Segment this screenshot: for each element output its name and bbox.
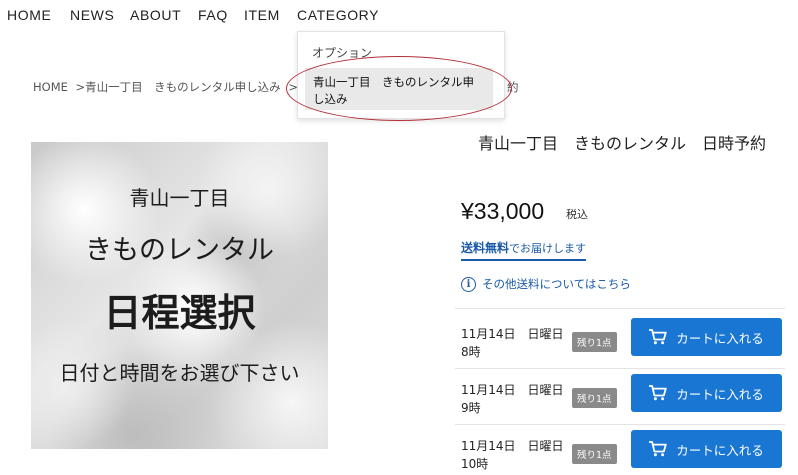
- tax-label: 税込: [566, 208, 588, 221]
- shipping-info-link[interactable]: i その他送料についてはこちら: [461, 276, 631, 292]
- product-image: 青山一丁目 きものレンタル 日程選択 日付と時間をお選び下さい: [31, 142, 328, 449]
- nav-about[interactable]: ABOUT: [130, 7, 181, 23]
- slot-date: 11月14日 日曜日 8時: [461, 325, 576, 361]
- slot-time-text: 8時: [461, 345, 481, 359]
- breadcrumb: HOME >青山一丁目 きものレンタル申し込み >: [33, 79, 302, 95]
- slot-time-text: 10時: [461, 457, 489, 471]
- divider: [455, 368, 785, 369]
- add-to-cart-button[interactable]: カートに入れる: [631, 318, 782, 356]
- nav-item[interactable]: ITEM: [244, 7, 280, 23]
- stock-badge: 残り1点: [572, 388, 617, 408]
- divider: [455, 424, 785, 425]
- slot-date-text: 11月14日 日曜日: [461, 439, 564, 453]
- slot-date: 11月14日 日曜日 10時: [461, 437, 576, 473]
- slot-date-text: 11月14日 日曜日: [461, 327, 564, 341]
- info-icon: i: [461, 276, 476, 292]
- product-price: ¥33,000: [461, 198, 545, 224]
- stock-badge: 残り1点: [572, 332, 617, 352]
- breadcrumb-category[interactable]: >青山一丁目 きものレンタル申し込み: [76, 80, 281, 94]
- image-text-service: きものレンタル: [85, 235, 274, 266]
- image-text-instruction: 日付と時間をお選び下さい: [59, 361, 300, 385]
- cart-icon: [649, 385, 667, 401]
- add-to-cart-label: カートに入れる: [676, 442, 764, 458]
- add-to-cart-label: カートに入れる: [676, 386, 764, 402]
- stock-badge: 残り1点: [572, 444, 617, 464]
- category-dropdown: オプション 青山一丁目 きものレンタル申し込み: [297, 31, 505, 119]
- slot-time-text: 9時: [461, 401, 481, 415]
- free-shipping-label: 送料無料でお届けします: [461, 239, 587, 261]
- cart-icon: [649, 329, 667, 345]
- nav-news[interactable]: NEWS: [70, 7, 114, 23]
- free-shipping-text: 送料無料: [461, 241, 510, 255]
- add-to-cart-button[interactable]: カートに入れる: [631, 374, 782, 412]
- nav-home[interactable]: HOME: [7, 7, 51, 23]
- divider: [455, 308, 785, 309]
- slot-date: 11月14日 日曜日 9時: [461, 381, 576, 417]
- dropdown-header: オプション: [312, 46, 373, 60]
- dropdown-option[interactable]: 青山一丁目 きものレンタル申し込み: [305, 68, 493, 110]
- slot-row: 11月14日 日曜日 9時 残り1点 カートに入れる: [455, 374, 785, 426]
- slot-date-text: 11月14日 日曜日: [461, 383, 564, 397]
- breadcrumb-home[interactable]: HOME: [33, 80, 68, 94]
- cart-icon: [649, 441, 667, 457]
- shipping-info-text[interactable]: その他送料についてはこちら: [482, 276, 631, 292]
- nav-category[interactable]: CATEGORY: [297, 7, 379, 23]
- top-nav: HOME NEWS ABOUT FAQ ITEM CATEGORY: [0, 0, 798, 34]
- image-text-heading: 日程選択: [103, 291, 256, 335]
- nav-faq[interactable]: FAQ: [198, 7, 228, 23]
- image-text-location: 青山一丁目: [129, 186, 230, 210]
- product-title: 青山一丁目 きものレンタル 日時予約: [478, 134, 767, 153]
- add-to-cart-button[interactable]: カートに入れる: [631, 430, 782, 468]
- free-shipping-suffix: でお届けします: [509, 242, 587, 255]
- breadcrumb-current: 約: [507, 80, 519, 94]
- slot-row: 11月14日 日曜日 10時 残り1点 カートに入れる: [455, 430, 785, 475]
- slot-row: 11月14日 日曜日 8時 残り1点 カートに入れる: [455, 318, 785, 370]
- add-to-cart-label: カートに入れる: [676, 330, 764, 346]
